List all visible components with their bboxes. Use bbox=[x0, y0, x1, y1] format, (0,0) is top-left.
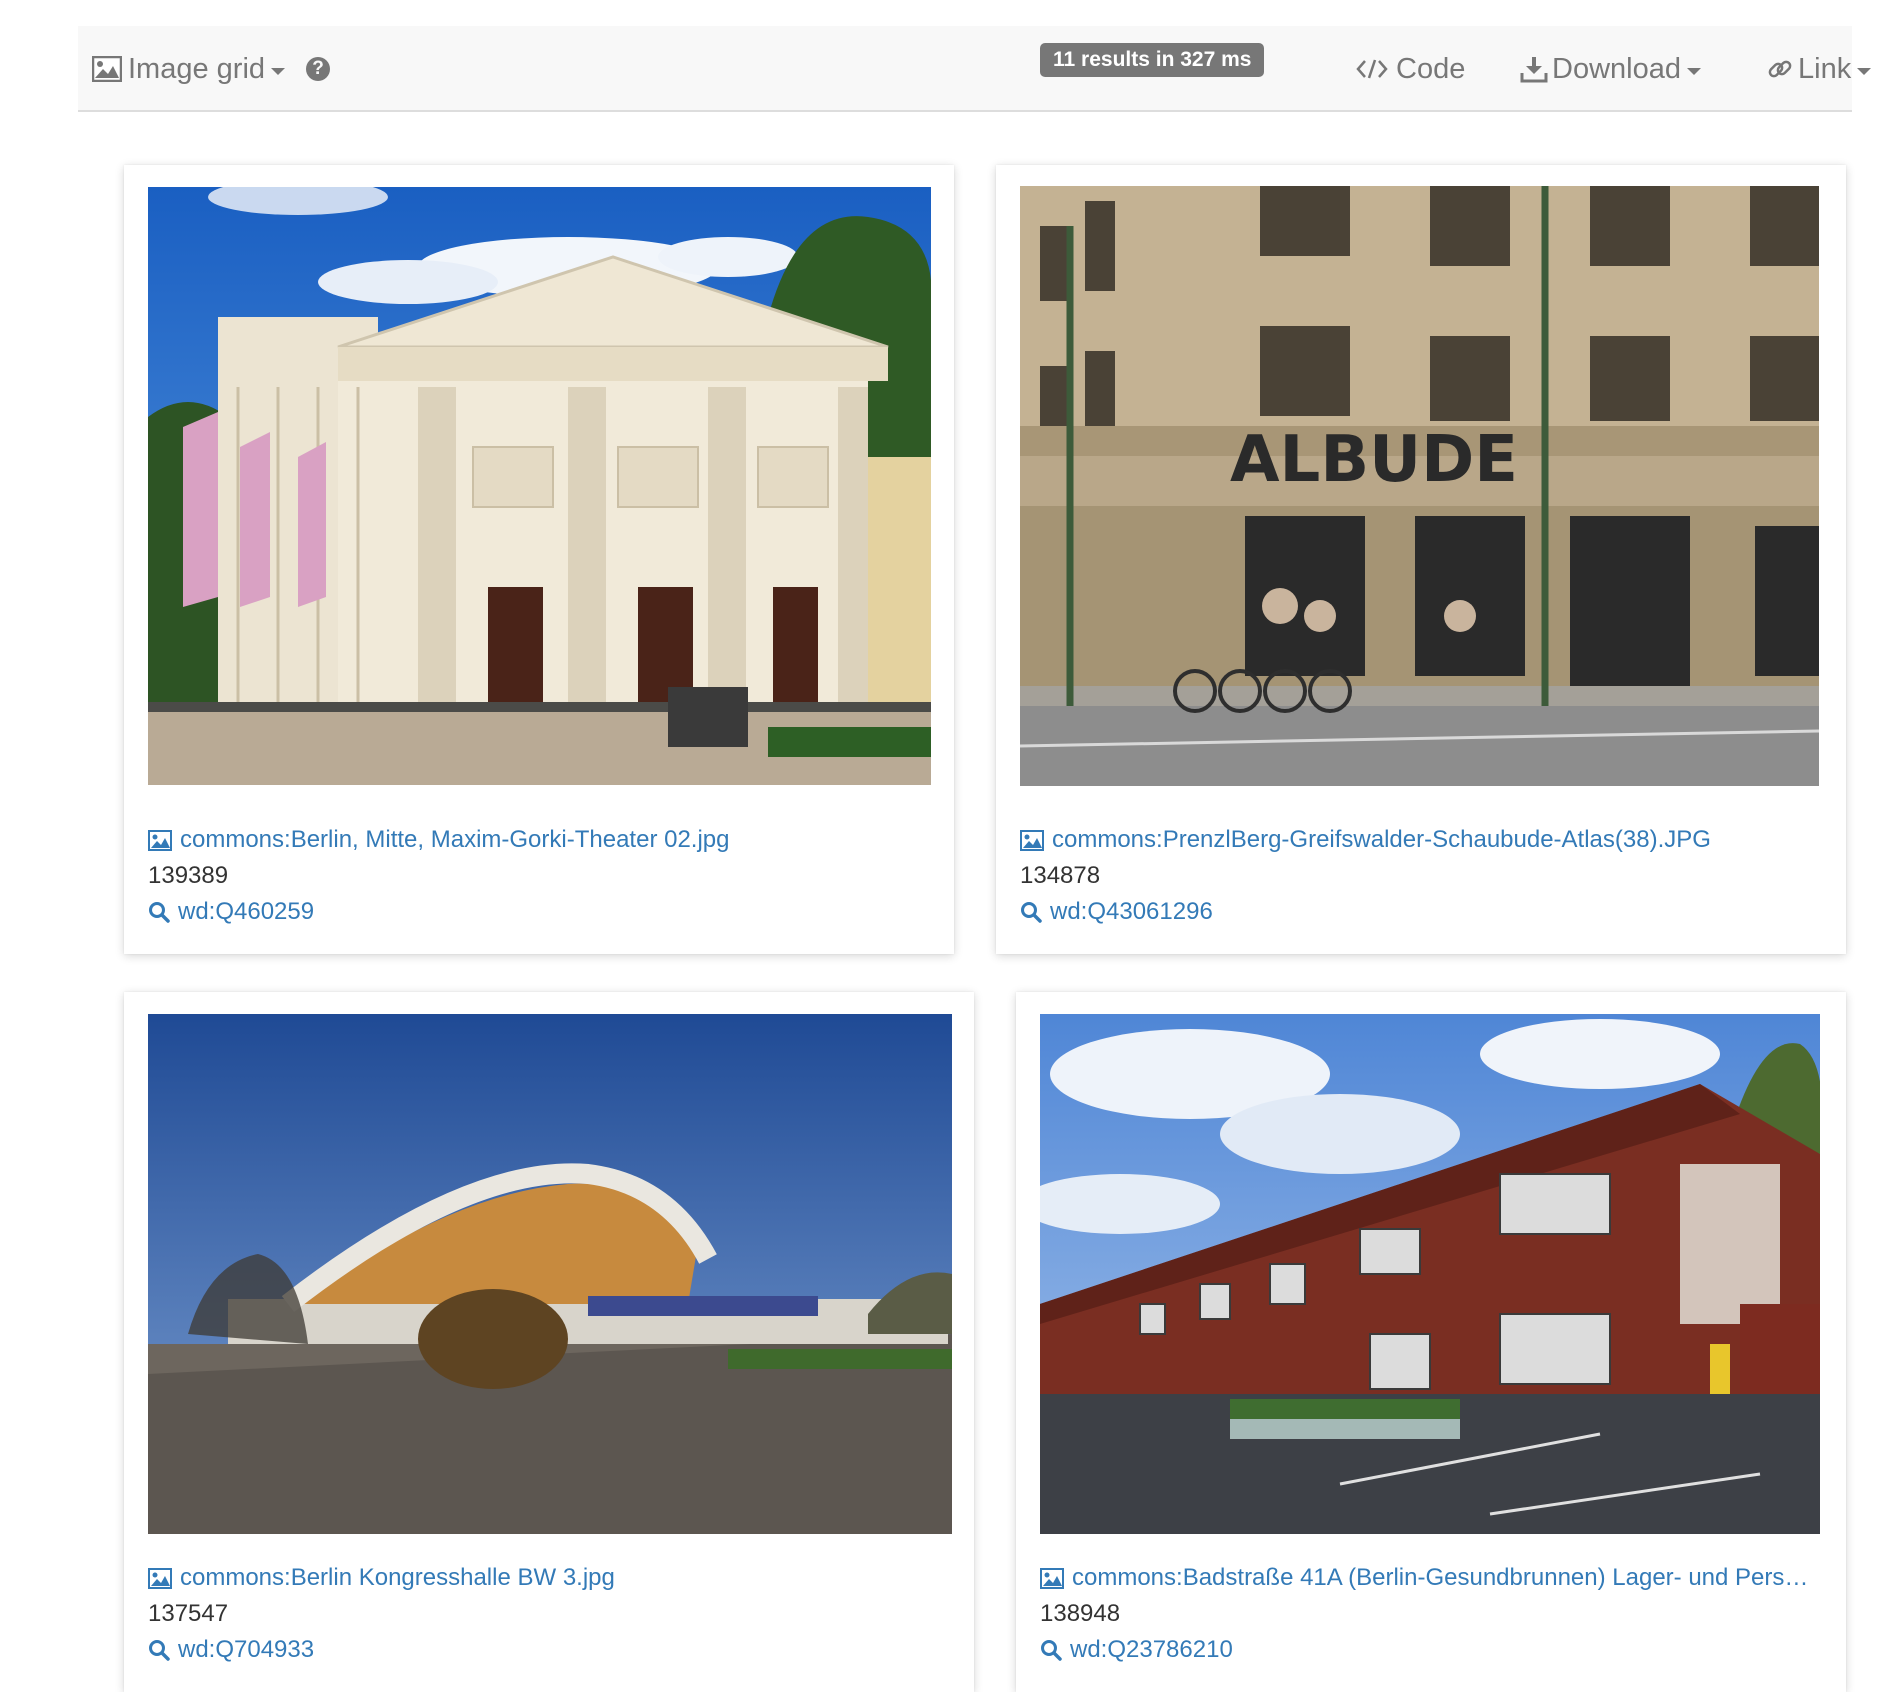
result-image[interactable]: ALBUDE bbox=[1020, 186, 1819, 786]
chevron-down-icon bbox=[1686, 67, 1701, 75]
result-number: 139389 bbox=[148, 862, 229, 889]
item-id: wd:Q704933 bbox=[178, 1636, 315, 1663]
commons-file-link[interactable]: commons:Badstraße 41A (Berlin-Gesundbrun… bbox=[1040, 1560, 1820, 1596]
code-icon bbox=[1356, 59, 1388, 79]
result-meta: commons:PrenzlBerg-Greifswalder-Schaubud… bbox=[1020, 822, 1819, 930]
svg-text:ALBUDE: ALBUDE bbox=[1230, 423, 1518, 497]
result-card: ALBUDE commons:PrenzlBerg-Greifswalder-S… bbox=[996, 165, 1846, 954]
view-selector-label: Image grid bbox=[128, 52, 266, 85]
file-name: commons:PrenzlBerg-Greifswalder-Schaubud… bbox=[1052, 826, 1711, 853]
code-label: Code bbox=[1396, 52, 1466, 85]
search-icon bbox=[1021, 902, 1042, 923]
image-icon bbox=[1020, 829, 1044, 851]
code-button[interactable]: Code bbox=[1356, 26, 1465, 112]
commons-file-link[interactable]: commons:PrenzlBerg-Greifswalder-Schaubud… bbox=[1020, 822, 1819, 858]
link-icon bbox=[1768, 60, 1792, 78]
result-card: commons:Badstraße 41A (Berlin-Gesundbrun… bbox=[1016, 992, 1846, 1692]
result-meta: commons:Badstraße 41A (Berlin-Gesundbrun… bbox=[1040, 1560, 1820, 1668]
wikidata-item-link[interactable]: wd:Q460259 bbox=[148, 894, 931, 930]
download-button[interactable]: Download bbox=[1520, 26, 1701, 112]
result-card: commons:Berlin, Mitte, Maxim-Gorki-Theat… bbox=[124, 165, 954, 954]
question-circle-icon[interactable]: ? bbox=[306, 57, 330, 81]
item-id: wd:Q460259 bbox=[178, 898, 315, 925]
file-name: commons:Berlin Kongresshalle BW 3.jpg bbox=[180, 1564, 615, 1591]
view-selector-button[interactable]: Image grid bbox=[92, 26, 286, 112]
chevron-down-icon bbox=[1857, 67, 1872, 75]
results-count-badge: 11 results in 327 ms bbox=[1040, 43, 1265, 77]
wikidata-item-link[interactable]: wd:Q704933 bbox=[148, 1632, 952, 1668]
result-meta: commons:Berlin, Mitte, Maxim-Gorki-Theat… bbox=[148, 822, 931, 930]
file-name: commons:Berlin, Mitte, Maxim-Gorki-Theat… bbox=[180, 826, 730, 853]
download-icon bbox=[1520, 57, 1548, 83]
result-number: 134878 bbox=[1020, 862, 1101, 889]
file-name: commons:Badstraße 41A (Berlin-Gesundbrun… bbox=[1072, 1564, 1809, 1591]
commons-file-link[interactable]: commons:Berlin, Mitte, Maxim-Gorki-Theat… bbox=[148, 822, 931, 858]
image-icon bbox=[1040, 1567, 1064, 1589]
chevron-down-icon bbox=[271, 67, 286, 75]
image-icon bbox=[148, 1567, 172, 1589]
wikidata-item-link[interactable]: wd:Q23786210 bbox=[1040, 1632, 1820, 1668]
image-icon bbox=[148, 829, 172, 851]
result-image[interactable] bbox=[1040, 1014, 1820, 1534]
download-label: Download bbox=[1552, 52, 1681, 85]
item-id: wd:Q23786210 bbox=[1070, 1636, 1233, 1663]
search-icon bbox=[149, 902, 170, 923]
link-label: Link bbox=[1798, 52, 1852, 85]
result-image[interactable] bbox=[148, 187, 931, 785]
item-id: wd:Q43061296 bbox=[1050, 898, 1213, 925]
wikidata-item-link[interactable]: wd:Q43061296 bbox=[1020, 894, 1819, 930]
image-icon bbox=[92, 56, 122, 82]
result-number: 138948 bbox=[1040, 1600, 1121, 1627]
link-button[interactable]: Link bbox=[1766, 26, 1872, 112]
results-toolbar: Image grid ? 11 results in 327 ms Code D… bbox=[78, 26, 1872, 112]
result-card: commons:Berlin Kongresshalle BW 3.jpg 13… bbox=[124, 992, 974, 1692]
search-icon bbox=[1041, 1640, 1062, 1661]
commons-file-link[interactable]: commons:Berlin Kongresshalle BW 3.jpg bbox=[148, 1560, 952, 1596]
result-meta: commons:Berlin Kongresshalle BW 3.jpg 13… bbox=[148, 1560, 952, 1668]
result-number: 137547 bbox=[148, 1600, 229, 1627]
search-icon bbox=[149, 1640, 170, 1661]
result-image[interactable] bbox=[148, 1014, 952, 1534]
